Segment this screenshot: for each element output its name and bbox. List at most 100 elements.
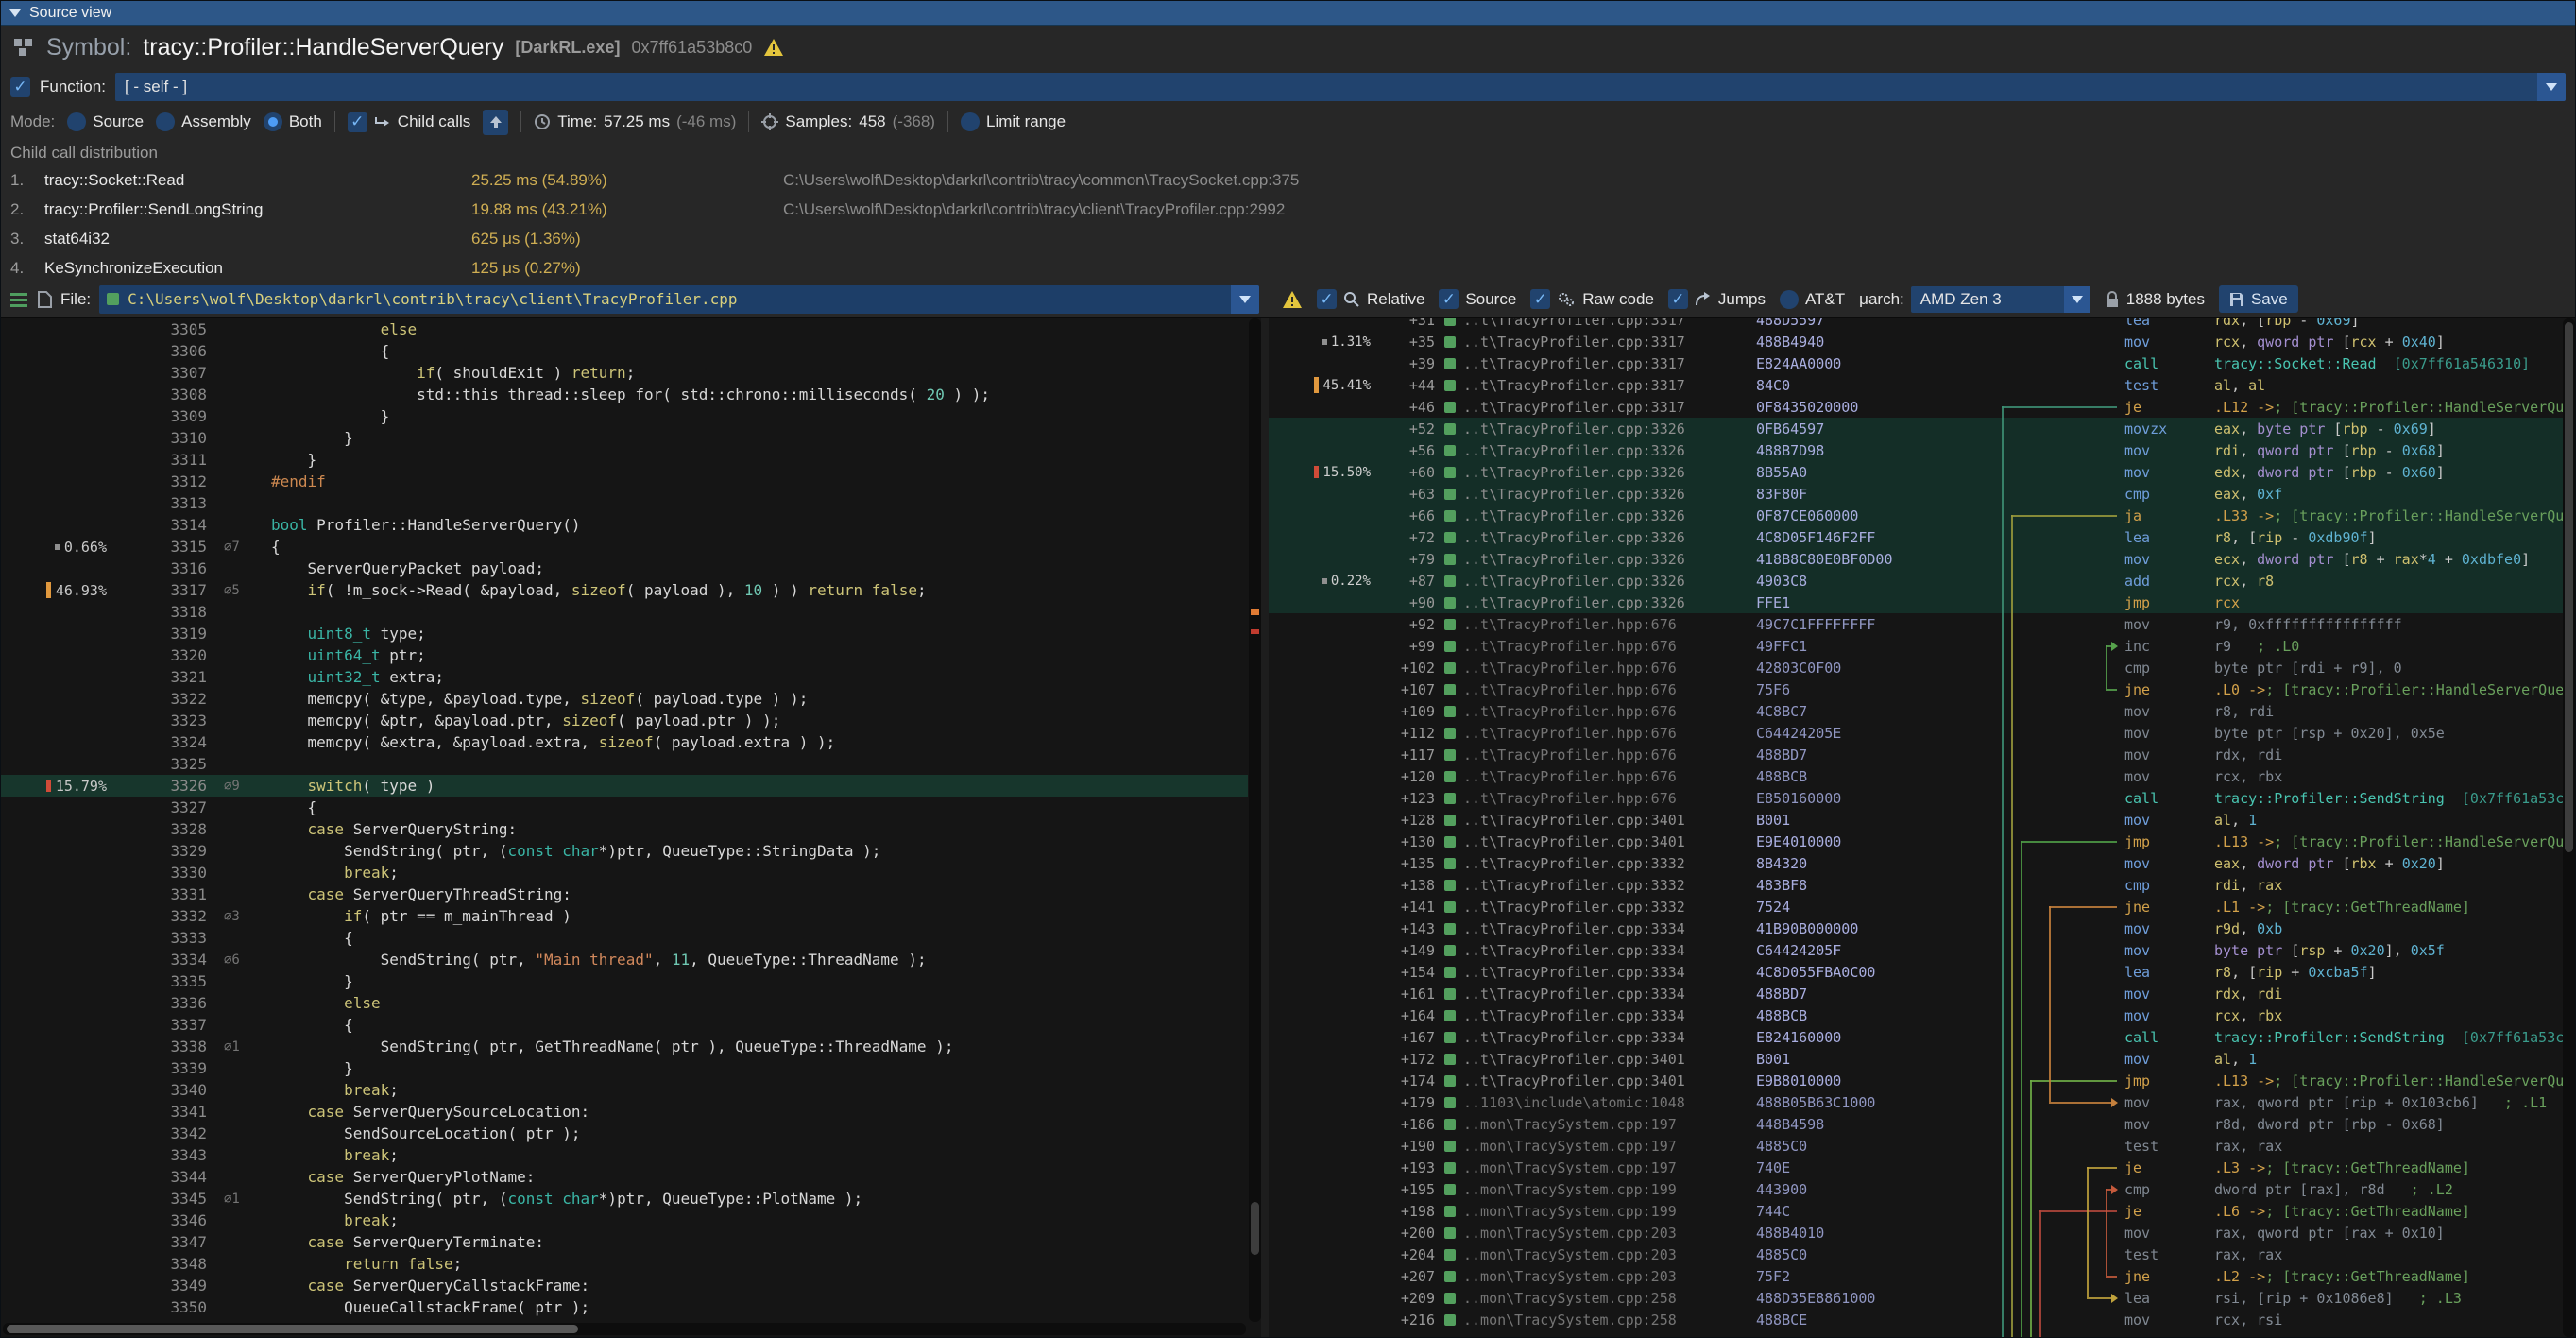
asm-source-location[interactable]: ..t\TracyProfiler.hpp:676 [1444,616,1756,633]
source-line[interactable]: 0.66%3315⌀7{ [1,536,1248,558]
asm-source-location[interactable]: ..mon\TracySystem.cpp:197 [1444,1138,1756,1155]
source-toggle[interactable]: Source [1439,289,1516,309]
child-call-row[interactable]: 2.tracy::Profiler::SendLongString19.88 m… [10,195,2566,224]
asm-source-location[interactable]: ..mon\TracySystem.cpp:258 [1444,1290,1756,1307]
scrollbar-thumb[interactable] [2565,322,2573,852]
asm-source-location[interactable]: ..t\TracyProfiler.cpp:3317 [1444,318,1756,329]
asm-source-location[interactable]: ..mon\TracySystem.cpp:199 [1444,1203,1756,1220]
function-combo[interactable]: [ - self - ] [115,73,2566,101]
uarch-combo[interactable]: AMD Zen 3 [1911,286,2090,313]
asm-source-location[interactable]: ..t\TracyProfiler.hpp:676 [1444,768,1756,785]
att-checkbox[interactable] [1780,290,1799,309]
source-line[interactable]: 3316 ServerQueryPacket payload; [1,558,1248,579]
source-line[interactable]: 3306 { [1,340,1248,362]
asm-instruction-row[interactable]: +193..mon\TracySystem.cpp:197740Eje.L3 -… [1269,1157,2563,1178]
asm-instruction-row[interactable]: +63..t\TracyProfiler.cpp:332683F80Fcmpea… [1269,483,2563,505]
source-line[interactable]: 3319 uint8_t type; [1,623,1248,644]
asm-source-location[interactable]: ..t\TracyProfiler.cpp:3326 [1444,486,1756,503]
asm-instruction-row[interactable]: +128..t\TracyProfiler.cpp:3401B001moval,… [1269,809,2563,831]
asm-instruction-row[interactable]: +135..t\TracyProfiler.cpp:33328B4320move… [1269,852,2563,874]
asm-instruction-row[interactable]: +164..t\TracyProfiler.cpp:3334488BCBmovr… [1269,1004,2563,1026]
source-line[interactable]: 3321 uint32_t extra; [1,666,1248,688]
asm-instruction-row[interactable]: +154..t\TracyProfiler.cpp:33344C8D055FBA… [1269,961,2563,983]
asm-instruction-row[interactable]: +167..t\TracyProfiler.cpp:3334E824160000… [1269,1026,2563,1048]
asm-source-location[interactable]: ..t\TracyProfiler.cpp:3334 [1444,942,1756,959]
source-line[interactable]: 3313 [1,492,1248,514]
source-checkbox[interactable] [1439,289,1459,309]
source-line[interactable]: 3314bool Profiler::HandleServerQuery() [1,514,1248,536]
source-line[interactable]: 15.79%3326⌀9 switch( type ) [1,775,1248,797]
asm-source-location[interactable]: ..t\TracyProfiler.cpp:3334 [1444,1029,1756,1046]
asm-instruction-row[interactable]: +90..t\TracyProfiler.cpp:3326FFE1jmprcx [1269,592,2563,613]
asm-instruction-row[interactable]: 0.22%+87..t\TracyProfiler.cpp:33264903C8… [1269,570,2563,592]
asm-source-location[interactable]: ..t\TracyProfiler.cpp:3401 [1444,1051,1756,1068]
assembly-pane[interactable]: +31..t\TracyProfiler.cpp:3317488D5597lea… [1269,318,2575,1337]
source-line[interactable]: 3330 break; [1,862,1248,883]
asm-source-location[interactable]: ..t\TracyProfiler.cpp:3332 [1444,899,1756,916]
asm-instruction-row[interactable]: +207..mon\TracySystem.cpp:20375F2jne.L2 … [1269,1265,2563,1287]
source-line[interactable]: 3349 case ServerQueryCallstackFrame: [1,1275,1248,1296]
asm-source-location[interactable]: ..t\TracyProfiler.cpp:3401 [1444,812,1756,829]
mode-option-both[interactable]: Both [264,112,322,131]
asm-instruction-row[interactable]: +109..t\TracyProfiler.hpp:6764C8BC7movr8… [1269,700,2563,722]
source-line[interactable]: 3339 } [1,1057,1248,1079]
asm-instruction-row[interactable]: +149..t\TracyProfiler.cpp:3334C64424205F… [1269,939,2563,961]
child-calls-checkbox[interactable] [348,112,367,132]
source-line[interactable]: 3347 case ServerQueryTerminate: [1,1231,1248,1253]
function-checkbox[interactable] [10,77,30,97]
asm-instruction-row[interactable]: +141..t\TracyProfiler.cpp:33327524jne.L1… [1269,896,2563,918]
asm-instruction-row[interactable]: +195..mon\TracySystem.cpp:199443900cmpdw… [1269,1178,2563,1200]
asm-instruction-row[interactable]: +79..t\TracyProfiler.cpp:3326418B8C80E0B… [1269,548,2563,570]
source-line[interactable]: 3322 memcpy( &type, &payload.type, sizeo… [1,688,1248,710]
asm-source-location[interactable]: ..t\TracyProfiler.cpp:3401 [1444,1072,1756,1089]
collapse-arrow-icon[interactable] [9,9,21,17]
asm-instruction-row[interactable]: +56..t\TracyProfiler.cpp:3326488B7D98mov… [1269,439,2563,461]
source-line[interactable]: 3332⌀3 if( ptr == m_mainThread ) [1,905,1248,927]
mode-option-assembly[interactable]: Assembly [156,112,251,131]
source-line[interactable]: 3325 [1,753,1248,775]
asm-source-location[interactable]: ..t\TracyProfiler.cpp:3326 [1444,442,1756,459]
child-calls-toggle[interactable]: Child calls [348,112,470,132]
source-line[interactable]: 3323 memcpy( &ptr, &payload.ptr, sizeof(… [1,710,1248,731]
asm-source-location[interactable]: ..t\TracyProfiler.hpp:676 [1444,746,1756,763]
pane-splitter[interactable] [1261,318,1269,1337]
asm-source-location[interactable]: ..t\TracyProfiler.cpp:3332 [1444,877,1756,894]
asm-instruction-row[interactable]: +72..t\TracyProfiler.cpp:33264C8D05F146F… [1269,526,2563,548]
asm-source-location[interactable]: ..t\TracyProfiler.cpp:3334 [1444,920,1756,937]
raw-code-checkbox[interactable] [1530,289,1550,309]
asm-instruction-row[interactable]: +39..t\TracyProfiler.cpp:3317E824AA0000c… [1269,352,2563,374]
source-line[interactable]: 3329 SendString( ptr, (const char*)ptr, … [1,840,1248,862]
att-toggle[interactable]: AT&T [1780,290,1845,309]
mode-option-source[interactable]: Source [67,112,144,131]
child-call-row[interactable]: 1.tracy::Socket::Read25.25 ms (54.89%)C:… [10,165,2566,195]
asm-instruction-row[interactable]: +120..t\TracyProfiler.hpp:676488BCBmovrc… [1269,765,2563,787]
asm-instruction-row[interactable]: +46..t\TracyProfiler.cpp:33170F843502000… [1269,396,2563,418]
source-vertical-scrollbar[interactable] [1249,318,1261,1322]
asm-instruction-row[interactable]: +52..t\TracyProfiler.cpp:33260FB64597mov… [1269,418,2563,439]
asm-source-location[interactable]: ..t\TracyProfiler.cpp:3326 [1444,594,1756,611]
asm-source-location[interactable]: ..1103\include\atomic:1048 [1444,1094,1756,1111]
source-line[interactable]: 3343 break; [1,1144,1248,1166]
asm-source-location[interactable]: ..t\TracyProfiler.cpp:3317 [1444,355,1756,372]
assembly-vertical-scrollbar[interactable] [2563,318,2575,1337]
file-combo-arrow[interactable] [1231,285,1259,314]
asm-source-location[interactable]: ..t\TracyProfiler.hpp:676 [1444,638,1756,655]
function-combo-arrow[interactable] [2537,73,2566,101]
file-list-icon[interactable] [10,291,29,308]
source-line[interactable]: 3307 if( shouldExit ) return; [1,362,1248,384]
source-line[interactable]: 3311 } [1,449,1248,471]
child-call-row[interactable]: 3.stat64i32625 μs (1.36%) [10,224,2566,253]
source-line[interactable]: 3344 case ServerQueryPlotName: [1,1166,1248,1188]
asm-source-location[interactable]: ..t\TracyProfiler.cpp:3334 [1444,964,1756,981]
asm-source-location[interactable]: ..t\TracyProfiler.cpp:3326 [1444,573,1756,590]
asm-source-location[interactable]: ..t\TracyProfiler.cpp:3326 [1444,464,1756,481]
source-line[interactable]: 3331 case ServerQueryThreadString: [1,883,1248,905]
child-call-row[interactable]: 4.KeSynchronizeExecution125 μs (0.27%) [10,253,2566,281]
asm-source-location[interactable]: ..mon\TracySystem.cpp:203 [1444,1225,1756,1242]
source-line[interactable]: 3340 break; [1,1079,1248,1101]
asm-instruction-row[interactable]: +161..t\TracyProfiler.cpp:3334488BD7movr… [1269,983,2563,1004]
source-line[interactable]: 3324 memcpy( &extra, &payload.extra, siz… [1,731,1248,753]
asm-instruction-row[interactable]: +186..mon\TracySystem.cpp:197448B4598mov… [1269,1113,2563,1135]
source-line[interactable]: 3309 } [1,405,1248,427]
asm-source-location[interactable]: ..t\TracyProfiler.hpp:676 [1444,681,1756,698]
